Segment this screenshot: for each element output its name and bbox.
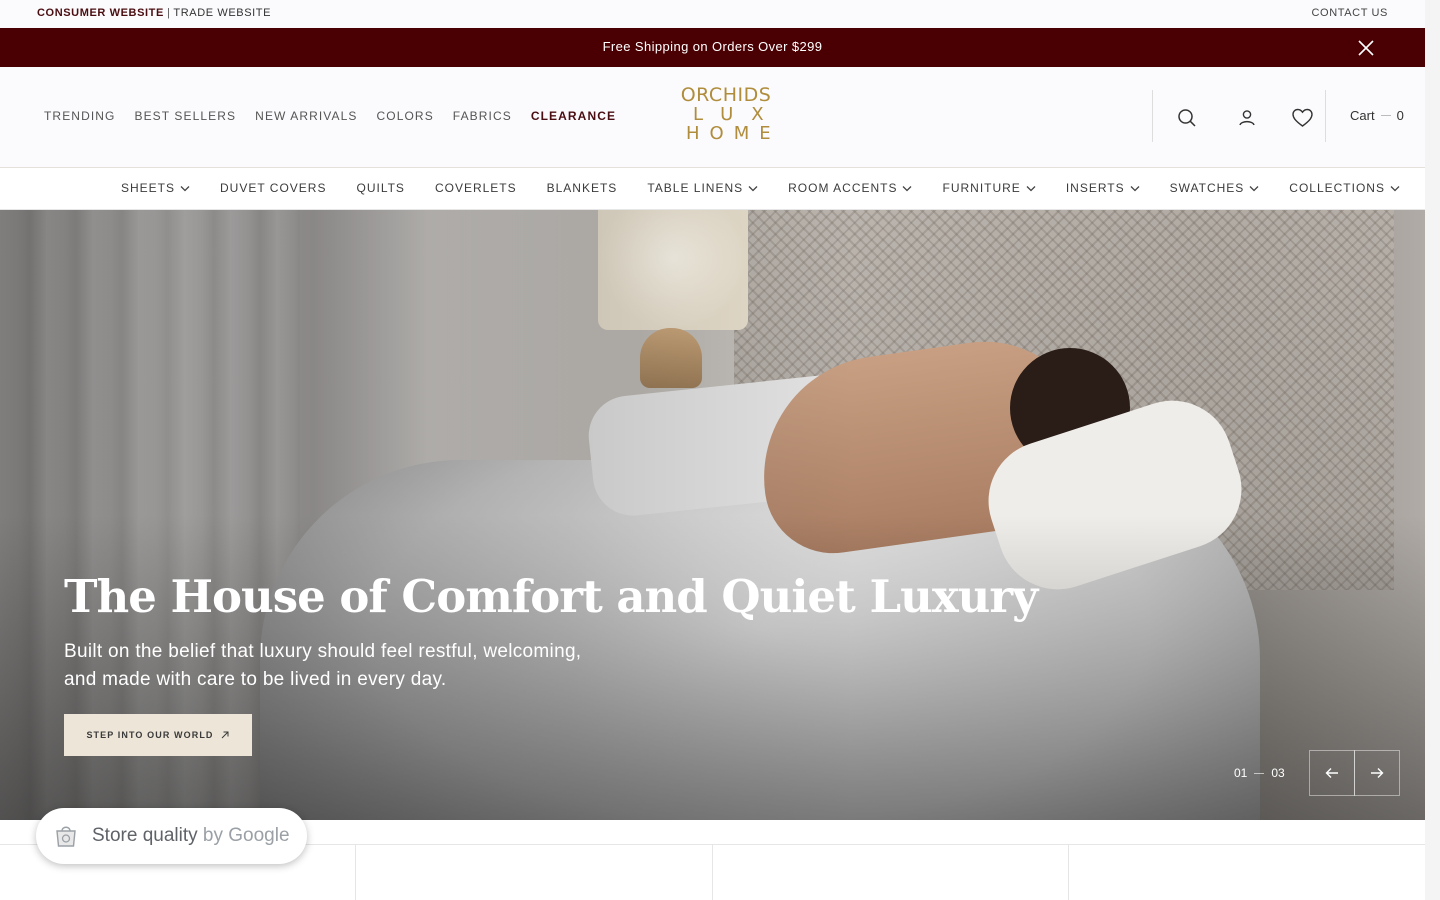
slide-counter: 01 03 [1234,766,1285,780]
primary-nav: TRENDING BEST SELLERS NEW ARRIVALS COLOR… [44,109,635,123]
category-label: SWATCHES [1169,181,1245,195]
category-collections[interactable]: COLLECTIONS [1289,181,1400,195]
chevron-down-icon [180,185,190,191]
nav-best-sellers[interactable]: BEST SELLERS [134,109,236,123]
nav-colors[interactable]: COLORS [377,109,434,123]
chevron-down-icon [1249,185,1259,191]
category-label: FURNITURE [942,181,1021,195]
chevron-down-icon [1390,185,1400,191]
slide-total: 03 [1271,766,1285,780]
hero-subtitle: Built on the belief that luxury should f… [64,641,582,690]
site-switcher: CONSUMER WEBSITE | TRADE WEBSITE [37,7,271,19]
nav-trending[interactable]: TRENDING [44,109,115,123]
category-label: QUILTS [356,181,405,195]
slide-counter-dash [1254,772,1265,774]
announcement-bar: Free Shipping on Orders Over $299 [0,28,1425,67]
chevron-down-icon [748,185,758,191]
close-icon[interactable] [1356,38,1376,58]
chevron-down-icon [1130,185,1140,191]
store-quality-by: by Google [202,825,290,846]
category-label: SHEETS [121,181,176,195]
next-slide-button[interactable] [1354,750,1400,796]
header-divider [1325,90,1326,142]
category-blankets[interactable]: BLANKETS [547,181,618,195]
hero-banner: The House of Comfort and Quiet Luxury Bu… [0,210,1425,820]
page-scrollbar[interactable] [1425,0,1440,900]
site-switcher-separator: | [166,7,171,19]
column-divider [712,845,713,900]
logo-line-orchids: ORCHIDS [680,84,772,106]
category-label: TABLE LINENS [647,181,744,195]
nav-fabrics[interactable]: FABRICS [453,109,512,123]
arrow-up-right-icon [221,731,229,739]
chevron-down-icon [1026,185,1036,191]
prev-slide-button[interactable] [1309,750,1355,796]
category-swatches[interactable]: SWATCHES [1170,181,1260,195]
category-nav: SHEETS DUVET COVERS QUILTS COVERLETS BLA… [0,168,1425,210]
search-icon[interactable] [1176,107,1198,129]
category-inserts[interactable]: INSERTS [1066,181,1140,195]
site-logo[interactable]: ORCHIDS LUX HOME [677,86,775,144]
header-divider [1152,90,1153,142]
cta-label: STEP INTO OUR WORLD [86,730,214,740]
category-duvet-covers[interactable]: DUVET COVERS [220,181,326,195]
cart-button[interactable]: Cart 0 [1350,108,1404,123]
nav-clearance[interactable]: CLEARANCE [531,109,616,123]
category-label: ROOM ACCENTS [788,181,898,195]
step-into-our-world-button[interactable]: STEP INTO OUR WORLD [64,714,252,756]
arrow-left-icon [1325,768,1338,778]
cart-dash [1380,115,1391,116]
announcement-text: Free Shipping on Orders Over $299 [602,39,823,54]
category-sheets[interactable]: SHEETS [121,181,190,195]
category-quilts[interactable]: QUILTS [356,181,404,195]
heart-icon[interactable] [1291,107,1313,129]
arrow-right-icon [1371,768,1384,778]
category-room-accents[interactable]: ROOM ACCENTS [788,181,912,195]
nav-new-arrivals[interactable]: NEW ARRIVALS [255,109,357,123]
category-table-linens[interactable]: TABLE LINENS [647,181,758,195]
logo-line-lux: LUX [693,104,782,125]
contact-us-link[interactable]: CONTACT US [1312,7,1389,19]
shopping-bag-icon [56,826,76,847]
category-list: SHEETS DUVET COVERS QUILTS COVERLETS BLA… [121,181,1430,195]
account-icon[interactable] [1236,107,1258,129]
utility-bar: CONSUMER WEBSITE | TRADE WEBSITE CONTACT U… [0,0,1425,28]
store-quality-badge[interactable]: Store quality by Google [36,808,307,864]
site-header: TRENDING BEST SELLERS NEW ARRIVALS COLOR… [0,67,1425,168]
category-label: DUVET COVERS [220,181,327,195]
slide-current: 01 [1234,766,1248,780]
category-coverlets[interactable]: COVERLETS [435,181,517,195]
category-label: COLLECTIONS [1289,181,1385,195]
column-divider [355,845,356,900]
category-furniture[interactable]: FURNITURE [942,181,1036,195]
cart-count: 0 [1396,108,1404,123]
chevron-down-icon [903,185,912,191]
category-label: BLANKETS [546,181,618,195]
category-label: COVERLETS [434,181,517,195]
consumer-website-link[interactable]: CONSUMER WEBSITE [37,7,164,19]
category-label: INSERTS [1065,181,1125,195]
column-divider [1068,845,1069,900]
trade-website-link[interactable]: TRADE WEBSITE [173,7,271,19]
cart-label: Cart [1350,108,1375,123]
logo-line-home: HOME [686,123,781,144]
store-quality-label: Store quality [92,825,198,846]
store-quality-text: Store quality by Google [92,825,290,847]
hero-title: The House of Comfort and Quiet Luxury [64,570,1038,623]
